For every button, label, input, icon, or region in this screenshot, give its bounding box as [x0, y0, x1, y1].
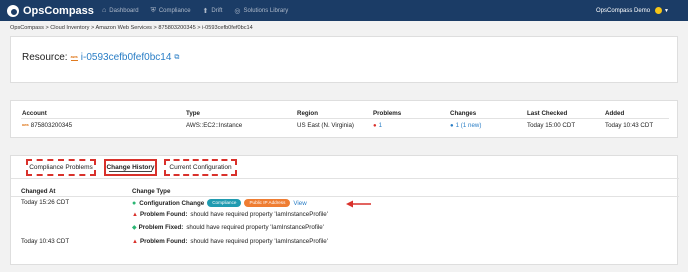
type-header: Type	[186, 110, 200, 117]
change-dot-icon: ●	[132, 199, 137, 207]
fixed-icon: ◆	[132, 225, 137, 231]
divider	[11, 196, 679, 197]
nav-item-solutions-library[interactable]: ◎ Solutions Library	[234, 7, 288, 15]
main-nav: ⌂ Dashboard ⛨ Compliance ⬆ Drift ◎ Solut…	[102, 0, 300, 21]
last-checked-value: Today 15:00 CDT	[527, 122, 576, 129]
problem-dot-icon: ●	[373, 123, 377, 129]
resource-header-card: Resource: aws i-0593cefb0fef0bc14 ⧉	[10, 36, 678, 83]
public-ip-badge: Public IP Address	[244, 199, 291, 207]
type-value: AWS::EC2::Instance	[186, 122, 243, 129]
brand-name: OpsCompass	[23, 4, 94, 17]
resource-prefix: Resource:	[22, 52, 68, 63]
changed-at-header: Changed At	[21, 188, 56, 195]
page-title: Resource: aws i-0593cefb0fef0bc14 ⧉	[22, 52, 179, 63]
added-header: Added	[605, 110, 625, 117]
nav-item-label: Drift	[211, 7, 223, 14]
breadcrumb[interactable]: OpsCompass > Cloud Inventory > Amazon We…	[10, 25, 253, 31]
change-text: should have required property 'IamInstan…	[186, 224, 324, 231]
changes-count: 1 (1 new)	[455, 122, 482, 129]
drift-icon: ⬆	[202, 7, 209, 15]
nav-item-label: Compliance	[158, 7, 191, 14]
added-value: Today 10:43 CDT	[605, 122, 654, 129]
change-entry: ▲ Problem Found: should have required pr…	[132, 238, 328, 245]
change-label: Problem Fixed:	[138, 224, 184, 231]
region-header: Region	[297, 110, 318, 117]
view-link[interactable]: View	[293, 200, 306, 207]
compliance-badge: Compliance	[207, 199, 242, 207]
resource-info-card: Account Type Region Problems Changes Las…	[10, 100, 678, 138]
account-header: Account	[22, 110, 47, 117]
chevron-down-icon: ▼	[664, 7, 669, 14]
aws-logo-icon: aws	[22, 123, 29, 127]
nav-item-compliance[interactable]: ⛨ Compliance	[151, 7, 191, 15]
changes-header: Changes	[450, 110, 477, 117]
account-value[interactable]: aws 875803200345	[22, 122, 72, 129]
logo[interactable]: OpsCompass	[7, 3, 94, 18]
change-type-header: Change Type	[132, 188, 171, 195]
nav-item-label: Dashboard	[109, 7, 139, 14]
change-entry: ▲ Problem Found: should have required pr…	[132, 211, 328, 218]
problems-count: 1	[378, 122, 383, 129]
change-text: should have required property 'IamInstan…	[190, 211, 328, 218]
region-value: US East (N. Virginia)	[297, 122, 354, 129]
divider	[21, 118, 669, 119]
user-status-icon	[655, 7, 663, 14]
tab-current-configuration[interactable]: Current Configuration	[164, 159, 237, 176]
change-text: should have required property 'IamInstan…	[190, 238, 328, 245]
change-history-card: Compliance Problems Change History Curre…	[10, 155, 679, 265]
user-menu[interactable]: OpsCompass Demo ▼	[596, 0, 669, 21]
change-time: Today 10:43 CDT	[21, 238, 70, 245]
change-dot-icon: ●	[450, 123, 454, 129]
aws-logo-icon: aws	[70, 54, 78, 61]
warning-icon: ▲	[132, 211, 138, 218]
nav-item-drift[interactable]: ⬆ Drift	[203, 7, 223, 15]
change-entry: ◆ Problem Fixed: should have required pr…	[132, 224, 324, 231]
change-entry: ● Configuration Change Compliance Public…	[132, 199, 307, 207]
dashboard-icon: ⌂	[102, 7, 107, 14]
top-nav-bar: OpsCompass ⌂ Dashboard ⛨ Compliance ⬆ Dr…	[0, 0, 688, 21]
problems-value[interactable]: ● 1	[373, 122, 382, 129]
warning-icon: ▲	[132, 238, 138, 245]
last-checked-header: Last Checked	[527, 110, 568, 117]
change-label: Problem Found:	[139, 238, 188, 245]
library-icon: ◎	[234, 7, 241, 15]
user-name: OpsCompass Demo	[596, 7, 651, 14]
external-link-icon[interactable]: ⧉	[174, 54, 179, 62]
tab-bar: Compliance Problems Change History Curre…	[11, 156, 679, 179]
active-tab-indicator	[109, 171, 152, 172]
account-number: 875803200345	[30, 122, 73, 129]
nav-item-label: Solutions Library	[243, 7, 289, 14]
change-time: Today 15:26 CDT	[21, 199, 70, 206]
tab-label: Change History	[106, 164, 155, 171]
nav-item-dashboard[interactable]: ⌂ Dashboard	[102, 7, 139, 14]
annotation-arrow-icon	[346, 200, 371, 208]
shield-icon: ⛨	[150, 6, 156, 14]
tab-change-history[interactable]: Change History	[104, 159, 157, 176]
problems-header: Problems	[373, 110, 402, 117]
changes-value[interactable]: ● 1 (1 new)	[450, 122, 481, 129]
change-label: Configuration Change	[139, 199, 205, 207]
change-label: Problem Found:	[139, 211, 188, 218]
logo-icon	[7, 4, 19, 17]
resource-id-link[interactable]: i-0593cefb0fef0bc14	[81, 52, 172, 63]
tab-compliance-problems[interactable]: Compliance Problems	[26, 159, 96, 176]
